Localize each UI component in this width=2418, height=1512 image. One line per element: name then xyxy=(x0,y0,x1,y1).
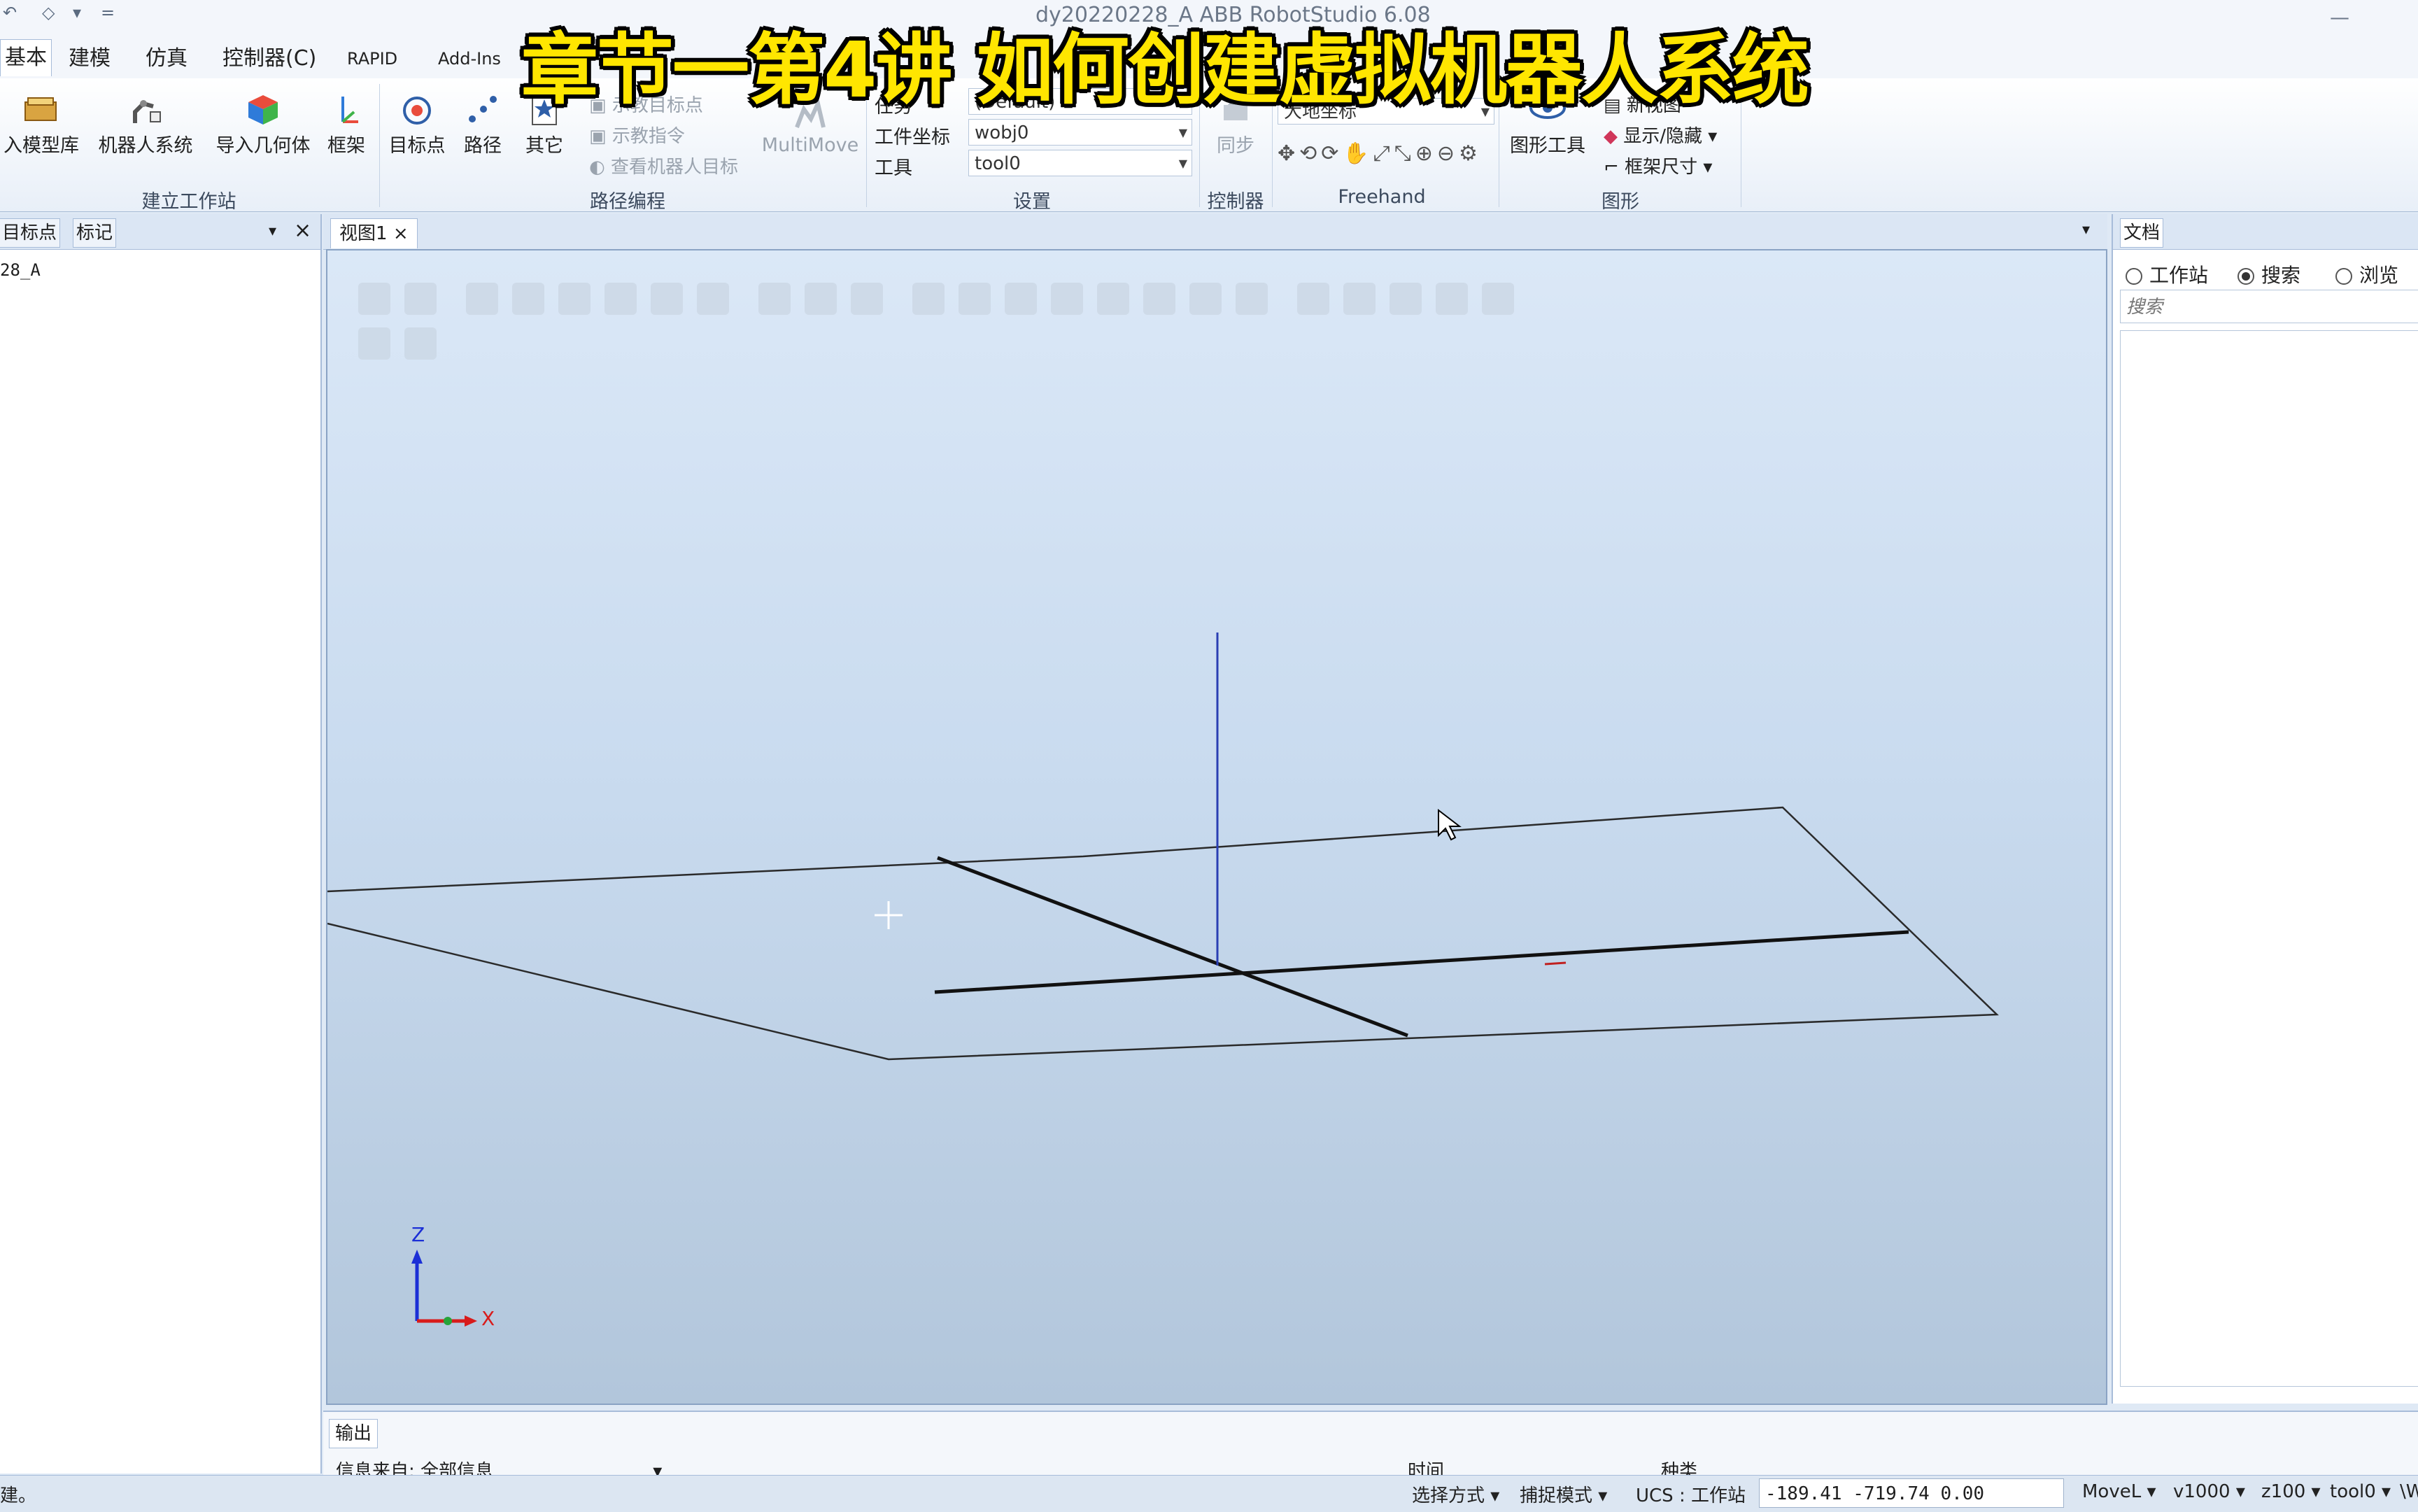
pin-dropdown-icon[interactable]: ▾ xyxy=(269,222,276,240)
tag-icon[interactable]: ◇ xyxy=(42,3,55,22)
undo-icon[interactable]: ↶ xyxy=(3,3,17,22)
x-axis-label: X xyxy=(481,1307,495,1330)
floor-axis-y xyxy=(937,856,1408,1038)
zone-select[interactable]: z100 ▾ xyxy=(2261,1481,2321,1502)
group-label-graphics: 图形 xyxy=(1602,191,1639,213)
axis-triad xyxy=(411,1250,477,1327)
output-panel: 输出 信息来自: 全部信息 ▾ 时间 种类 xyxy=(323,1411,2418,1482)
status-message: 建。 xyxy=(0,1485,37,1506)
view-tabbar: 视图1 × ▾ xyxy=(323,214,2107,250)
tab-add-ins[interactable]: Add-Ins xyxy=(434,41,505,77)
tab-rapid[interactable]: RAPID xyxy=(343,41,402,77)
x-axis-red-tick xyxy=(1544,961,1567,966)
tab-targets[interactable]: 目标点 xyxy=(0,218,61,248)
documents-panel: 文档 工作站 搜索 浏览 xyxy=(2112,214,2418,1404)
lesson-title-overlay: 章节一第4讲 如何创建虚拟机器人系统 xyxy=(521,25,1809,115)
group-label-path-programming: 路径编程 xyxy=(590,191,665,213)
tab-documents[interactable]: 文档 xyxy=(2120,218,2164,248)
radio-station[interactable]: 工作站 xyxy=(2126,260,2208,288)
tab-basic[interactable]: 基本 xyxy=(0,39,52,76)
3d-viewport[interactable]: Z X xyxy=(326,249,2107,1405)
frame-button[interactable]: 框架 xyxy=(323,91,369,157)
workobject-label: 工件坐标 xyxy=(875,127,950,148)
floor-axis-x xyxy=(934,930,1909,994)
view-robot-target-button[interactable]: ◐ 查看机器人目标 xyxy=(589,153,738,178)
workobject-status[interactable]: \W xyxy=(2400,1481,2418,1502)
search-input[interactable] xyxy=(2120,290,2418,323)
radio-dot xyxy=(2126,268,2142,285)
z-axis-label: Z xyxy=(411,1223,425,1246)
radio-dot xyxy=(2335,268,2352,285)
customize-quick-access-icon[interactable]: = xyxy=(101,3,115,22)
radio-browse[interactable]: 浏览 xyxy=(2335,260,2398,288)
tab-output[interactable]: 输出 xyxy=(329,1419,379,1448)
eraser-icon: ◆ xyxy=(1604,126,1624,147)
snap-mode-button[interactable]: 捕捉模式 ▾ xyxy=(1520,1481,1607,1507)
minimize-button[interactable]: — xyxy=(2330,6,2349,29)
view-menu-icon[interactable]: ▾ xyxy=(2082,221,2090,239)
selection-mode-button[interactable]: 选择方式 ▾ xyxy=(1412,1481,1499,1507)
tool-status-select[interactable]: tool0 ▾ xyxy=(2330,1481,2391,1502)
tab-view1[interactable]: 视图1 × xyxy=(330,218,418,248)
robot-arm-icon xyxy=(133,100,161,123)
scene-canvas xyxy=(327,633,1999,1327)
path-button[interactable]: 路径 xyxy=(456,91,509,157)
tool-select[interactable]: tool0 ▼ xyxy=(968,150,1192,176)
teach-instruction-button[interactable]: ▣ 示教指令 xyxy=(589,122,685,148)
group-label-build-station: 建立工作站 xyxy=(141,191,236,213)
target-icon xyxy=(403,97,431,125)
frame-size-button[interactable]: ⌐ 框架尺寸 ▾ xyxy=(1604,153,1712,178)
teach-instruction-icon: ▣ xyxy=(589,126,612,147)
tab-simulation[interactable]: 仿真 xyxy=(141,41,192,77)
import-geometry-button[interactable]: 导入几何体 xyxy=(208,91,318,157)
search-results-list xyxy=(2120,330,2418,1387)
radio-search[interactable]: 搜索 xyxy=(2237,260,2300,288)
view-target-icon: ◐ xyxy=(589,157,611,178)
chevron-down-icon[interactable]: ▾ xyxy=(73,3,81,22)
model-library-button[interactable]: 入模型库 xyxy=(0,91,83,157)
move-type-select[interactable]: MoveL ▾ xyxy=(2082,1481,2156,1502)
tab-modeling[interactable]: 建模 xyxy=(64,41,115,77)
path-icon xyxy=(469,96,497,122)
freehand-tool-icons[interactable]: ✥⟲⟳✋⤢⤡⊕⊖⚙ xyxy=(1278,141,1482,166)
speed-select[interactable]: v1000 ▾ xyxy=(2173,1481,2245,1502)
layout-panel: 目标点 标记 ▾ × 28_A xyxy=(0,214,322,1474)
tree-item[interactable]: 28_A xyxy=(0,260,41,280)
crosshair-icon xyxy=(875,901,903,929)
ucs-indicator: UCS : 工作站 xyxy=(1636,1485,1746,1506)
tab-tags[interactable]: 标记 xyxy=(73,218,117,248)
cube-icon xyxy=(248,95,278,125)
close-icon[interactable]: × xyxy=(294,218,311,243)
frame-axes-icon xyxy=(341,97,358,123)
radio-dot-selected xyxy=(2237,268,2254,285)
robot-system-button[interactable]: 机器人系统 xyxy=(92,91,199,157)
tool-label: 工具 xyxy=(875,157,912,179)
group-label-settings: 设置 xyxy=(1013,191,1051,213)
mouse-pointer-icon xyxy=(1438,808,1462,841)
show-hide-button[interactable]: ◆ 显示/隐藏 ▾ xyxy=(1604,122,1717,148)
target-button[interactable]: 目标点 xyxy=(386,91,448,157)
chevron-down-icon: ▼ xyxy=(1178,157,1187,170)
floor-plane-outline xyxy=(327,806,1999,1061)
coordinate-readout: -189.41 -719.74 0.00 xyxy=(1759,1478,2064,1508)
workobject-select[interactable]: wobj0 ▼ xyxy=(968,119,1192,146)
model-library-icon xyxy=(24,97,57,121)
chevron-down-icon: ▼ xyxy=(1178,126,1187,139)
tab-controller[interactable]: 控制器(C) xyxy=(218,41,320,77)
close-icon[interactable]: × xyxy=(393,223,409,244)
group-label-controller: 控制器 xyxy=(1207,191,1264,213)
group-label-freehand: Freehand xyxy=(1338,186,1426,208)
left-panel-tabs: 目标点 标记 ▾ × xyxy=(0,214,320,250)
right-panel-tabbar: 文档 xyxy=(2113,214,2418,250)
frame-size-icon: ⌐ xyxy=(1604,157,1625,178)
status-bar: 建。 选择方式 ▾ 捕捉模式 ▾ UCS : 工作站 -189.41 -719.… xyxy=(0,1475,2418,1512)
